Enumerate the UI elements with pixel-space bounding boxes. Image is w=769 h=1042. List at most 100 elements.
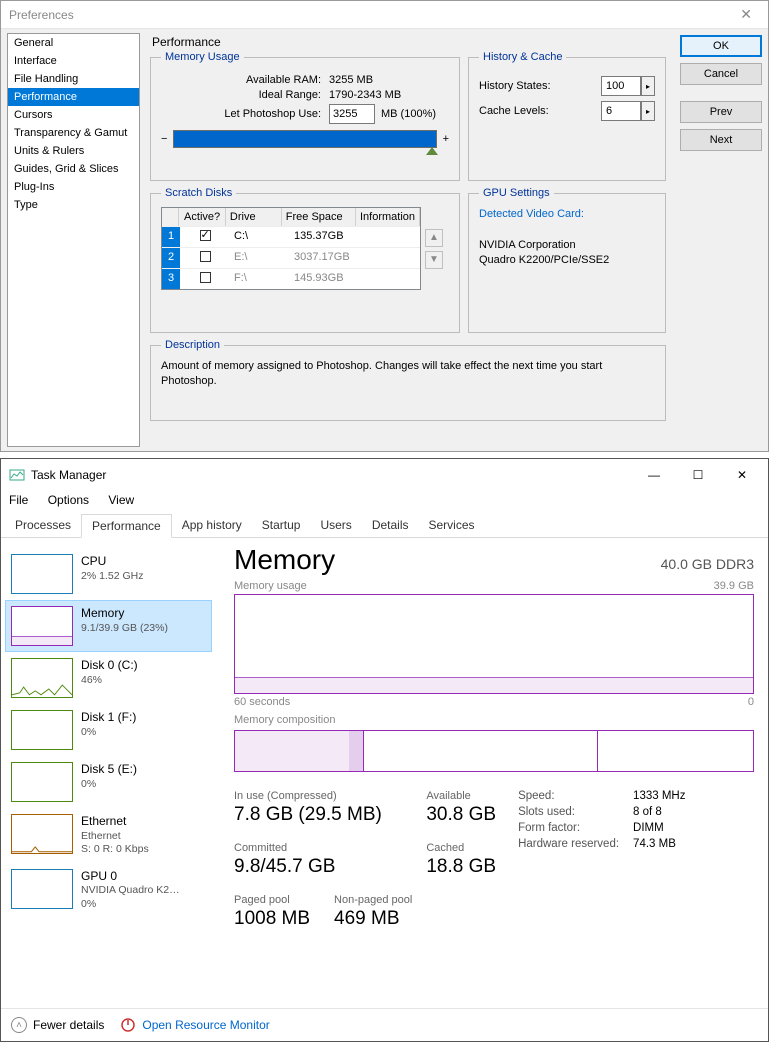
move-up-icon[interactable]: ▲: [425, 229, 443, 247]
close-icon[interactable]: ✕: [732, 4, 760, 25]
col-drive[interactable]: Drive: [226, 208, 282, 226]
disk-thumb-icon: [11, 658, 73, 698]
checkbox-icon[interactable]: [200, 251, 211, 262]
tab-startup[interactable]: Startup: [252, 514, 311, 538]
gpu-settings-group: GPU Settings Detected Video Card: NVIDIA…: [468, 187, 666, 333]
memory-spec-table: Speed:1333 MHz Slots used:8 of 8 Form fa…: [518, 790, 685, 930]
scratch-row[interactable]: 2 E:\ 3037.17GB: [162, 247, 420, 268]
usage-label: Memory usage: [234, 580, 307, 592]
col-active[interactable]: Active?: [179, 208, 226, 226]
usage-max: 39.9 GB: [714, 580, 754, 592]
paged-label: Paged pool: [234, 894, 310, 906]
npaged-label: Non-paged pool: [334, 894, 412, 906]
gpu-thumb-icon: [11, 869, 73, 909]
col-info[interactable]: Information: [356, 208, 420, 226]
ideal-range-value: 1790-2343 MB: [329, 89, 449, 101]
prefs-titlebar: Preferences ✕: [1, 1, 768, 29]
sidebar-item-transparency[interactable]: Transparency & Gamut: [8, 124, 139, 142]
sidebar-item-plugins[interactable]: Plug-Ins: [8, 178, 139, 196]
description-group: Description Amount of memory assigned to…: [150, 339, 666, 421]
tm-titlebar: Task Manager — ☐ ✕: [1, 459, 768, 491]
minimize-icon[interactable]: —: [632, 461, 676, 489]
prefs-title: Preferences: [9, 8, 74, 22]
gpu-legend: GPU Settings: [479, 187, 554, 199]
panel-title: Performance: [152, 35, 762, 49]
sidebar-item-performance[interactable]: Performance: [8, 88, 139, 106]
col-free[interactable]: Free Space: [282, 208, 356, 226]
scratch-disks-group: Scratch Disks Active? Drive Free Space I…: [150, 187, 460, 333]
fewer-details-button[interactable]: ˄ Fewer details: [11, 1017, 104, 1033]
tm-title-text: Task Manager: [31, 468, 106, 482]
memory-heading: Memory: [234, 544, 335, 576]
perf-card-cpu[interactable]: CPU2% 1.52 GHz: [5, 548, 212, 600]
perf-card-disk0[interactable]: Disk 0 (C:)46%: [5, 652, 212, 704]
slider-thumb-icon[interactable]: [426, 147, 438, 155]
menu-options[interactable]: Options: [48, 493, 89, 507]
slider-plus[interactable]: +: [443, 133, 449, 145]
tab-performance[interactable]: Performance: [81, 514, 172, 538]
memory-slider[interactable]: [173, 130, 436, 148]
sidebar-item-file-handling[interactable]: File Handling: [8, 70, 139, 88]
avail-value: 30.8 GB: [426, 804, 496, 826]
history-states-input[interactable]: [601, 76, 641, 96]
perf-card-memory[interactable]: Memory9.1/39.9 GB (23%): [5, 600, 212, 652]
scratch-row[interactable]: 1 C:\ 135.37GB: [162, 226, 420, 247]
perf-card-disk1[interactable]: Disk 1 (F:)0%: [5, 704, 212, 756]
tm-left-panel: CPU2% 1.52 GHz Memory9.1/39.9 GB (23%) D…: [1, 538, 216, 1008]
slider-minus[interactable]: −: [161, 133, 167, 145]
committed-label: Committed: [234, 842, 412, 854]
tm-footer: ˄ Fewer details Open Resource Monitor: [1, 1008, 768, 1041]
composition-label: Memory composition: [234, 714, 335, 726]
move-down-icon[interactable]: ▼: [425, 251, 443, 269]
prev-button[interactable]: Prev: [680, 101, 762, 123]
next-button[interactable]: Next: [680, 129, 762, 151]
memory-composition-chart: [234, 730, 754, 772]
description-text: Amount of memory assigned to Photoshop. …: [161, 359, 655, 390]
menu-file[interactable]: File: [9, 493, 28, 507]
checkbox-icon[interactable]: [200, 230, 211, 241]
memory-usage-group: Memory Usage Available RAM:3255 MB Ideal…: [150, 51, 460, 181]
cache-levels-input[interactable]: [601, 101, 641, 121]
disk-thumb-icon: [11, 762, 73, 802]
history-states-label: History States:: [479, 80, 551, 92]
detected-card-label: Detected Video Card:: [479, 208, 584, 220]
ok-button[interactable]: OK: [680, 35, 762, 57]
ethernet-thumb-icon: [11, 814, 73, 854]
menu-view[interactable]: View: [108, 493, 134, 507]
tab-users[interactable]: Users: [310, 514, 361, 538]
sidebar-item-units[interactable]: Units & Rulers: [8, 142, 139, 160]
spin-icon[interactable]: ▸: [641, 76, 655, 96]
sidebar-item-general[interactable]: General: [8, 34, 139, 52]
resource-monitor-icon: [120, 1017, 136, 1033]
cache-levels-label: Cache Levels:: [479, 105, 549, 117]
tab-app-history[interactable]: App history: [172, 514, 252, 538]
let-use-label: Let Photoshop Use:: [161, 108, 321, 120]
cancel-button[interactable]: Cancel: [680, 63, 762, 85]
gpu-vendor: NVIDIA Corporation: [479, 239, 576, 251]
sidebar-item-type[interactable]: Type: [8, 196, 139, 214]
checkbox-icon[interactable]: [200, 272, 211, 283]
perf-card-ethernet[interactable]: EthernetEthernetS: 0 R: 0 Kbps: [5, 808, 212, 863]
sidebar-item-guides[interactable]: Guides, Grid & Slices: [8, 160, 139, 178]
tm-menubar: File Options View: [1, 491, 768, 513]
open-resource-monitor-link[interactable]: Open Resource Monitor: [120, 1017, 269, 1033]
chevron-up-icon: ˄: [11, 1017, 27, 1033]
cpu-thumb-icon: [11, 554, 73, 594]
perf-card-gpu[interactable]: GPU 0NVIDIA Quadro K2…0%: [5, 863, 212, 918]
tab-processes[interactable]: Processes: [5, 514, 81, 538]
ideal-range-label: Ideal Range:: [161, 89, 321, 101]
close-icon[interactable]: ✕: [720, 461, 764, 489]
prefs-button-col: OK Cancel Prev Next: [680, 35, 762, 151]
scratch-row[interactable]: 3 F:\ 145.93GB: [162, 268, 420, 289]
sidebar-item-cursors[interactable]: Cursors: [8, 106, 139, 124]
tab-details[interactable]: Details: [362, 514, 419, 538]
perf-card-disk5[interactable]: Disk 5 (E:)0%: [5, 756, 212, 808]
tab-services[interactable]: Services: [419, 514, 485, 538]
memory-input[interactable]: [329, 104, 375, 124]
maximize-icon[interactable]: ☐: [676, 461, 720, 489]
spin-icon[interactable]: ▸: [641, 101, 655, 121]
memory-suffix: MB (100%): [381, 108, 436, 120]
preferences-window: Preferences ✕ General Interface File Han…: [0, 0, 769, 452]
memory-legend: Memory Usage: [161, 51, 244, 63]
sidebar-item-interface[interactable]: Interface: [8, 52, 139, 70]
